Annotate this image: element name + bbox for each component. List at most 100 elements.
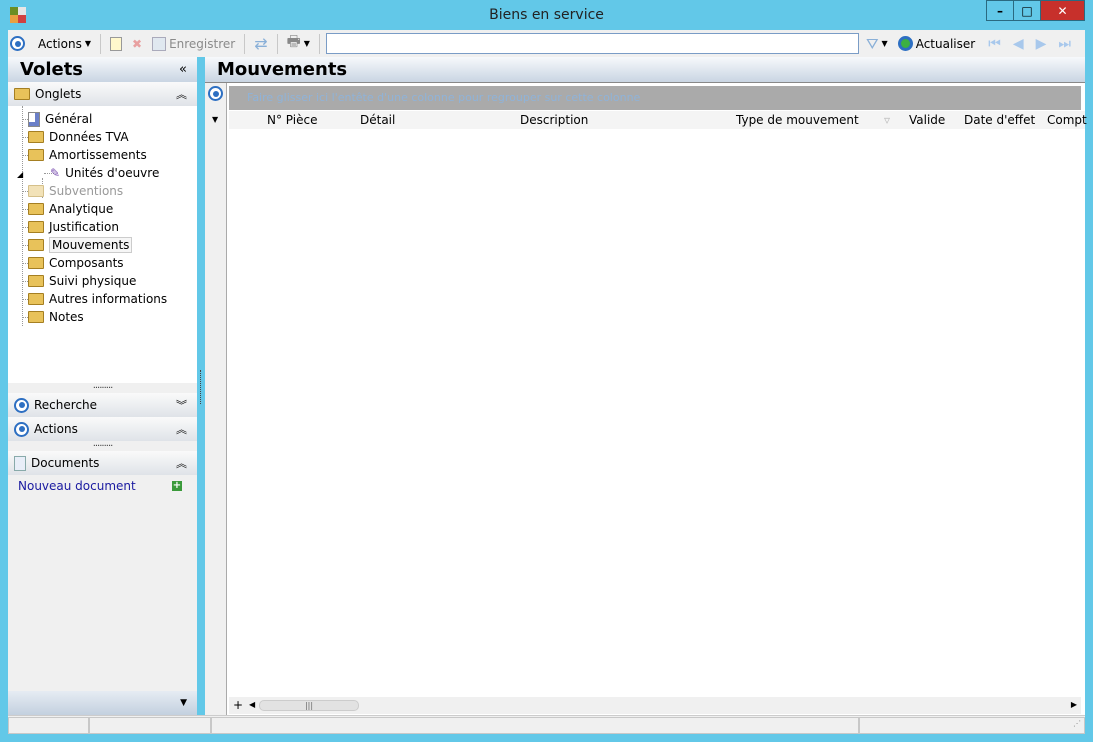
tree-item[interactable]: Autres informations	[28, 290, 167, 308]
first-record-icon[interactable]: ⏮	[988, 36, 1001, 52]
sync-button[interactable]: ⇄	[251, 33, 270, 55]
folder-icon	[28, 185, 44, 197]
expand-toggle-icon[interactable]: ◢	[17, 170, 23, 179]
folder-icon	[28, 149, 44, 161]
menu-target-icon[interactable]	[10, 36, 25, 51]
app-icon	[10, 7, 26, 23]
documents-section-header[interactable]: Documents ︽	[8, 451, 197, 475]
filter-button[interactable]: ⛛ ▼	[863, 33, 891, 55]
tree-item[interactable]: Suivi physique	[28, 272, 136, 290]
movements-grid: ▼ Faire glisser ici l'entête d'une colon…	[205, 82, 1087, 716]
tree-item[interactable]: Composants	[28, 254, 124, 272]
tree-item-label: Justification	[49, 220, 119, 234]
status-cell	[859, 717, 1085, 734]
refresh-label: Actualiser	[915, 36, 976, 51]
actions-title: Actions	[34, 422, 78, 436]
recherche-title: Recherche	[34, 398, 98, 412]
add-document-icon[interactable]: +	[172, 481, 182, 491]
actions-section-header[interactable]: Actions ︽	[8, 417, 197, 441]
document-icon	[14, 455, 26, 471]
dropdown-arrow-icon: ▼	[881, 39, 888, 48]
save-button[interactable]: Enregistrer	[149, 33, 238, 55]
refresh-icon	[897, 36, 913, 51]
target-icon	[14, 421, 29, 437]
column-header[interactable]: Valide	[909, 113, 945, 127]
target-icon	[14, 397, 29, 413]
column-header[interactable]: Date d'effet	[964, 113, 1035, 127]
tree-item[interactable]: Mouvements	[28, 236, 133, 254]
folder-icon	[28, 131, 44, 143]
column-header[interactable]: N° Pièce	[267, 113, 317, 127]
refresh-button[interactable]: Actualiser	[895, 33, 979, 55]
collapse-chevron-icon[interactable]: ︽	[176, 86, 187, 102]
more-panes-button[interactable]: ▼	[8, 691, 197, 715]
new-document-link[interactable]: Nouveau document	[18, 479, 136, 493]
delete-icon: ✖	[132, 36, 143, 51]
folder-icon	[28, 203, 44, 215]
tree-item-label: Amortissements	[49, 148, 147, 162]
new-button[interactable]	[107, 33, 125, 55]
scroll-thumb[interactable]: |||	[259, 700, 359, 711]
collapse-chevron-icon[interactable]: ︽	[176, 455, 187, 471]
splitter-grip[interactable]: .........	[8, 439, 197, 451]
folder-icon	[28, 221, 44, 233]
column-header[interactable]: Type de mouvement	[736, 113, 859, 127]
tree-item[interactable]: Amortissements	[28, 146, 147, 164]
grid-options-icon[interactable]	[208, 86, 223, 101]
minimize-button[interactable]: –	[986, 0, 1014, 21]
actions-menu-button[interactable]: Actions ▼	[35, 33, 94, 55]
close-button[interactable]: ✕	[1040, 0, 1085, 21]
tree-item[interactable]: Subventions	[28, 182, 123, 200]
save-icon	[152, 36, 167, 51]
toolbar: Actions ▼ ✖ Enregistrer ⇄ 🖶 ▼ ⛛ ▼ Actualise…	[8, 30, 1085, 57]
column-header[interactable]: Compt	[1047, 113, 1087, 127]
separator	[100, 33, 101, 54]
separator	[276, 33, 278, 54]
scroll-right-icon[interactable]: ▶	[1071, 700, 1077, 709]
add-row-icon[interactable]: +	[233, 698, 243, 712]
print-button[interactable]: 🖶 ▼	[284, 32, 313, 55]
collapse-panes-button[interactable]: «	[179, 62, 187, 77]
delete-button[interactable]: ✖	[129, 33, 145, 55]
column-header[interactable]: Détail	[360, 113, 395, 127]
next-record-icon[interactable]: ▶	[1036, 36, 1047, 52]
documents-title: Documents	[31, 456, 100, 470]
separator	[318, 33, 320, 54]
vertical-splitter[interactable]	[200, 370, 201, 404]
panes-sidebar: Volets « Onglets ︽ ◢ Général Données TVA Am…	[8, 57, 197, 715]
page-title: Mouvements	[205, 57, 1085, 82]
previous-record-icon[interactable]: ◀	[1013, 36, 1024, 52]
panes-header: Volets «	[8, 57, 197, 82]
tree-item[interactable]: Général	[28, 110, 92, 128]
tree-item-label: Autres informations	[49, 292, 168, 306]
group-by-area[interactable]: Faire glisser ici l'entête d'une colonne…	[229, 86, 1081, 110]
folder-icon	[28, 293, 44, 305]
tree-item[interactable]: Analytique	[28, 200, 113, 218]
gear-doc-icon	[28, 111, 40, 127]
column-header[interactable]: Description	[520, 113, 588, 127]
last-record-icon[interactable]: ⏭	[1058, 36, 1071, 52]
tree-item[interactable]: Justification	[28, 218, 119, 236]
onglets-section-header[interactable]: Onglets ︽	[8, 82, 197, 106]
window-title: Biens en service	[489, 7, 604, 23]
search-input[interactable]	[325, 33, 859, 54]
column-filter-icon[interactable]: ▿	[884, 113, 890, 127]
expand-chevron-icon[interactable]: ︾	[176, 397, 187, 413]
tree-item[interactable]: Notes	[28, 308, 84, 326]
tree-item-label: Mouvements	[49, 237, 133, 253]
tree-item-label: Subventions	[49, 184, 124, 198]
collapse-chevron-icon[interactable]: ︽	[176, 421, 187, 437]
printer-icon: 🖶	[286, 32, 301, 50]
resize-grip-icon[interactable]: ⋰	[1073, 719, 1081, 728]
horizontal-scrollbar[interactable]: + ◀ ||| ▶	[229, 697, 1081, 714]
panes-title: Volets	[20, 59, 84, 80]
splitter-grip[interactable]: .........	[8, 381, 197, 393]
main-panel: Mouvements ▼ Faire glisser ici l'entête …	[205, 57, 1087, 716]
tree-item[interactable]: Données TVA	[28, 128, 129, 146]
scroll-left-icon[interactable]: ◀	[249, 700, 255, 709]
column-chooser-arrow-icon[interactable]: ▼	[212, 115, 218, 124]
recherche-section-header[interactable]: Recherche ︾	[8, 393, 197, 417]
maximize-button[interactable]: □	[1013, 0, 1041, 21]
tree-item[interactable]: ✎ Unités d'oeuvre	[50, 164, 159, 182]
actions-label: Actions	[38, 36, 82, 51]
